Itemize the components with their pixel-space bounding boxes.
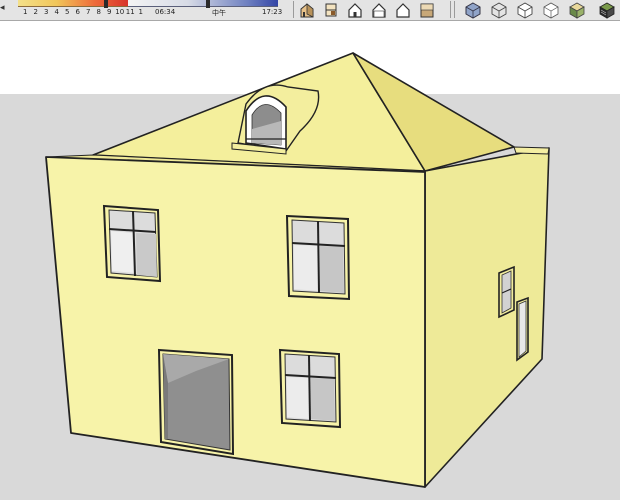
sunrise-time: 06:34: [155, 8, 176, 16]
shaded-textures-style-button[interactable]: [566, 0, 588, 19]
top-view-button[interactable]: [320, 0, 342, 19]
house-right-icon: [372, 2, 386, 18]
front-view-button[interactable]: [344, 0, 366, 19]
textured-cube-icon: [569, 2, 585, 19]
right-view-button[interactable]: [368, 0, 390, 19]
house-side-wall[interactable]: [424, 147, 550, 488]
house-back-icon: [396, 2, 410, 18]
house-left-icon: [420, 3, 434, 17]
house-front-wall[interactable]: [45, 156, 426, 488]
back-view-button[interactable]: [392, 0, 414, 19]
toolbar-grip-icon[interactable]: ◂: [0, 4, 5, 13]
window-upper-left[interactable]: [102, 204, 162, 283]
house-model[interactable]: [0, 21, 620, 500]
shaded-cube-icon: [543, 2, 559, 18]
date-slider[interactable]: [18, 0, 128, 8]
shadow-settings-panel: ◂ 1 2 3 4 5 6 7 8 9 10 11 1 06:34 中午 17:23: [0, 0, 290, 20]
month-label: 8: [96, 8, 101, 16]
left-view-button[interactable]: [416, 0, 438, 19]
toolbar-separator: [450, 1, 451, 18]
date-slider-thumb[interactable]: [104, 0, 108, 8]
sunset-time: 17:23: [262, 8, 283, 16]
month-label: 7: [86, 8, 91, 16]
toolbar-separator: [293, 1, 294, 18]
side-window[interactable]: [498, 265, 515, 319]
house-top-icon: [325, 3, 337, 16]
month-label: 2: [33, 8, 38, 16]
hidden-line-cube-icon: [517, 1, 533, 19]
house-iso-icon: [300, 2, 314, 18]
wireframe-cube-icon: [491, 1, 507, 19]
window-lower-right[interactable]: [278, 348, 342, 429]
model-viewport[interactable]: [0, 21, 620, 500]
month-label: 10: [115, 8, 125, 16]
month-label: 1: [23, 8, 28, 16]
month-label: 3: [44, 8, 49, 16]
top-toolbar: ◂ 1 2 3 4 5 6 7 8 9 10 11 1 06:34 中午 17:23: [0, 0, 620, 21]
window-upper-right[interactable]: [285, 214, 351, 301]
toolbar-separator: [454, 1, 455, 18]
month-label: 6: [75, 8, 80, 16]
xray-cube-icon: [465, 1, 481, 19]
noon-label: 中午: [212, 9, 226, 17]
monochrome-style-button[interactable]: [596, 0, 618, 19]
time-slider-thumb[interactable]: [206, 0, 210, 8]
side-door[interactable]: [516, 296, 529, 362]
month-label: 5: [65, 8, 70, 16]
month-label: 9: [107, 8, 112, 16]
x-ray-style-button[interactable]: [462, 0, 484, 19]
month-label: 4: [54, 8, 59, 16]
time-slider[interactable]: [128, 0, 278, 8]
hidden-line-style-button[interactable]: [514, 0, 536, 19]
month-label: 1: [138, 8, 143, 16]
front-door-opening[interactable]: [157, 348, 235, 456]
wireframe-style-button[interactable]: [488, 0, 510, 19]
iso-view-button[interactable]: [296, 0, 318, 19]
month-label: 11: [125, 8, 135, 16]
house-front-icon: [348, 2, 362, 18]
roof-step: [513, 146, 550, 155]
shaded-style-button[interactable]: [540, 0, 562, 19]
monochrome-cube-icon: [599, 2, 615, 19]
month-labels: 1 2 3 4 5 6 7 8 9 10 11 1: [20, 8, 146, 18]
